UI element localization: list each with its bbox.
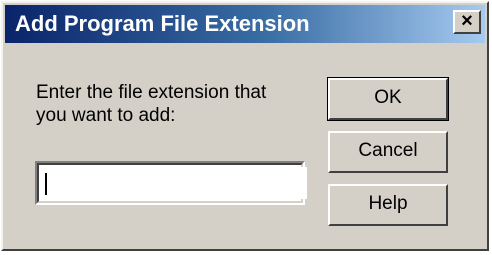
extension-input[interactable] — [41, 167, 307, 199]
prompt-line-2: you want to add: — [36, 105, 176, 126]
prompt-line-1: Enter the file extension that — [36, 82, 267, 103]
extension-field-frame — [35, 161, 307, 205]
text-caret — [45, 173, 47, 195]
cancel-button[interactable]: Cancel — [328, 131, 448, 173]
ok-button[interactable]: OK — [327, 77, 449, 121]
help-button[interactable]: Help — [328, 184, 448, 226]
add-program-file-extension-dialog: Add Program File Extension × Enter the f… — [1, 1, 489, 251]
dialog-title: Add Program File Extension — [15, 11, 310, 36]
close-icon[interactable]: × — [453, 10, 481, 34]
title-bar[interactable]: Add Program File Extension × — [5, 5, 485, 43]
extension-prompt-label: Enter the file extension that you want t… — [36, 81, 316, 127]
